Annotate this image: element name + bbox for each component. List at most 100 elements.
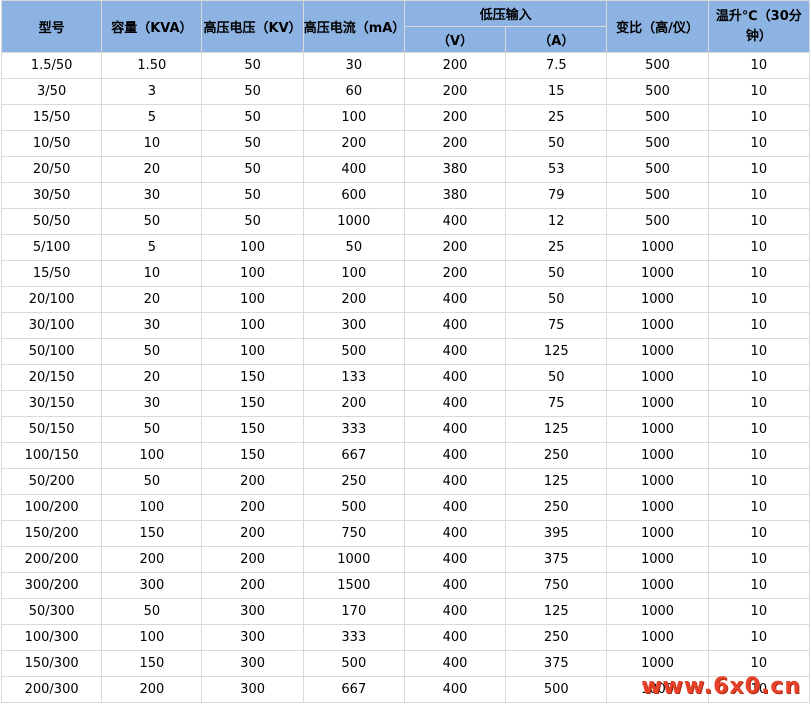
table-cell: 250	[302, 468, 405, 495]
table-cell: 600	[302, 182, 405, 209]
table-cell: 10	[707, 468, 811, 495]
table-row: 50/50 50 50 1000 400 12 500 10	[0, 208, 811, 235]
table-cell: 10	[707, 546, 811, 573]
table-header: 型号 容量（KVA） 高压电压（KV） 高压电流（mA） 低压输入 变比（高/仪…	[0, 0, 811, 53]
table-cell: 100	[101, 624, 203, 651]
table-row: 50/100 50 100 500 400 125 1000 10	[0, 338, 811, 365]
table-cell: 30	[101, 312, 203, 339]
table-cell: 1000	[606, 234, 709, 261]
table-row: 3/50 3 50 60 200 15 500 10	[0, 78, 811, 105]
table-cell: 50/100	[0, 338, 103, 365]
table-cell: 10	[707, 416, 811, 443]
table-cell: 10	[707, 234, 811, 261]
table-cell: 1000	[606, 468, 709, 495]
table-row: 30/150 30 150 200 400 75 1000 10	[0, 390, 811, 417]
table-cell: 50	[101, 208, 203, 235]
table-cell: 50	[302, 234, 405, 261]
table-cell: 500	[606, 78, 709, 105]
table-cell: 400	[403, 520, 507, 547]
table-row: 20/50 20 50 400 380 53 500 10	[0, 156, 811, 183]
table-cell: 125	[505, 416, 608, 443]
table-row: 150/200 150 200 750 400 395 1000 10	[0, 520, 811, 547]
table-cell: 750	[505, 572, 608, 599]
table-cell: 400	[403, 442, 507, 469]
table-cell: 1000	[606, 286, 709, 313]
table-cell: 50	[505, 364, 608, 391]
table-cell: 150	[201, 416, 304, 443]
table-cell: 25	[505, 234, 608, 261]
table-row: 20/150 20 150 133 400 50 1000 10	[0, 364, 811, 391]
table-row: 1.5/50 1.50 50 30 200 7.5 500 10	[0, 52, 811, 79]
table-cell: 200/300	[0, 676, 103, 703]
table-cell: 380	[403, 156, 507, 183]
table-cell: 170	[302, 598, 405, 625]
table-cell: 30/50	[0, 182, 103, 209]
table-cell: 75	[505, 312, 608, 339]
table-cell: 100	[101, 494, 203, 521]
table-cell: 400	[403, 494, 507, 521]
table-cell: 300	[302, 312, 405, 339]
table-cell: 200	[302, 286, 405, 313]
table-cell: 400	[403, 598, 507, 625]
header-temp-rise: 温升℃（30分钟）	[707, 0, 811, 53]
table-cell: 3/50	[0, 78, 103, 105]
table-cell: 10	[707, 494, 811, 521]
table-cell: 15/50	[0, 104, 103, 131]
table-cell: 10	[707, 364, 811, 391]
table-cell: 200	[201, 494, 304, 521]
table-cell: 1000	[302, 208, 405, 235]
table-cell: 10	[707, 598, 811, 625]
table-cell: 50	[505, 286, 608, 313]
table-cell: 400	[403, 546, 507, 573]
table-cell: 200	[101, 676, 203, 703]
table-cell: 10	[707, 286, 811, 313]
table-cell: 100	[201, 260, 304, 287]
table-cell: 30/100	[0, 312, 103, 339]
table-cell: 200	[403, 78, 507, 105]
table-cell: 150	[101, 520, 203, 547]
table-cell: 3	[101, 78, 203, 105]
table-cell: 333	[302, 624, 405, 651]
table-cell: 10	[707, 182, 811, 209]
table-cell: 50	[201, 104, 304, 131]
table-cell: 150/200	[0, 520, 103, 547]
table-cell: 10	[707, 390, 811, 417]
table-cell: 50	[101, 338, 203, 365]
table-cell: 5	[101, 234, 203, 261]
table-cell: 200	[403, 234, 507, 261]
table-cell: 50/200	[0, 468, 103, 495]
table-row: 200/200 200 200 1000 400 375 1000 10	[0, 546, 811, 573]
table-cell: 150	[101, 650, 203, 677]
table-cell: 380	[403, 182, 507, 209]
table-cell: 100	[302, 104, 405, 131]
table-cell: 10	[707, 208, 811, 235]
table-cell: 250	[505, 624, 608, 651]
table-cell: 400	[403, 468, 507, 495]
table-cell: 1000	[606, 442, 709, 469]
table-cell: 20/100	[0, 286, 103, 313]
table-cell: 1000	[302, 546, 405, 573]
table-row: 50/150 50 150 333 400 125 1000 10	[0, 416, 811, 443]
table-cell: 10/50	[0, 130, 103, 157]
table-cell: 1000	[606, 650, 709, 677]
table-cell: 150	[201, 390, 304, 417]
table-cell: 10	[707, 572, 811, 599]
table-cell: 200	[403, 52, 507, 79]
table-cell: 150	[201, 364, 304, 391]
table-cell: 200	[302, 390, 405, 417]
table-cell: 1000	[606, 338, 709, 365]
table-cell: 500	[606, 156, 709, 183]
header-ratio: 变比（高/仪）	[606, 0, 709, 53]
header-model: 型号	[0, 0, 103, 53]
table-row: 20/100 20 100 200 400 50 1000 10	[0, 286, 811, 313]
table-cell: 300/200	[0, 572, 103, 599]
table-cell: 12	[505, 208, 608, 235]
table-cell: 50	[505, 260, 608, 287]
header-lv-input: 低压输入	[403, 0, 608, 27]
table-cell: 500	[606, 104, 709, 131]
table-cell: 79	[505, 182, 608, 209]
table-cell: 200	[201, 546, 304, 573]
table-cell: 15/50	[0, 260, 103, 287]
table-cell: 25	[505, 104, 608, 131]
table-cell: 300	[201, 624, 304, 651]
